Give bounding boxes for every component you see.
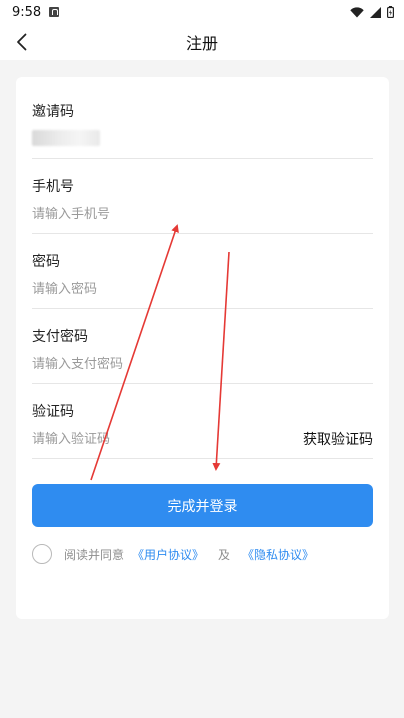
chevron-left-icon [17,33,27,51]
verify-code-field: 验证码 获取验证码 [32,384,373,459]
status-bar: 9:58 [0,0,404,24]
page-title: 注册 [185,34,218,53]
phone-label: 手机号 [32,179,74,195]
signal-icon [370,6,381,18]
user-agreement-link[interactable]: 《用户协议》 [132,546,204,563]
status-icons [350,6,394,18]
phone-field: 手机号 [32,159,373,234]
agreement-and: 及 [218,547,231,562]
invite-code-value-blurred[interactable] [32,130,100,146]
phone-input[interactable] [32,203,282,225]
password-label: 密码 [32,254,60,270]
wifi-icon [350,6,364,17]
password-field: 密码 [32,234,373,309]
submit-login-button[interactable]: 完成并登录 [32,484,373,527]
register-form-card: 邀请码 手机号 密码 支付密码 验证码 获取验证码 完成并登录 阅读并同意 《用… [16,77,389,619]
agree-checkbox[interactable] [32,544,52,564]
nav-bar: 注册 [0,24,404,60]
privacy-policy-link[interactable]: 《隐私协议》 [242,546,314,563]
back-button[interactable] [8,28,36,56]
invite-code-field: 邀请码 [32,84,373,159]
agreement-prefix: 阅读并同意 [64,547,125,562]
agreement-row: 阅读并同意 《用户协议》 及 《隐私协议》 [32,543,314,565]
password-input[interactable] [32,278,282,300]
battery-icon [387,6,394,18]
notification-a-icon [49,7,60,17]
invite-code-label: 邀请码 [32,104,74,120]
pay-password-input[interactable] [32,353,282,375]
pay-password-field: 支付密码 [32,309,373,384]
verify-code-input[interactable] [32,428,282,450]
verify-code-label: 验证码 [32,404,74,420]
pay-password-label: 支付密码 [32,329,88,345]
status-time: 9:58 [12,4,42,20]
get-verify-code-button[interactable]: 获取验证码 [303,429,373,449]
register-screen: 9:58 注册 邀请码 手机号 请输入手机号 密码 支付密码 验证码 请输入验证… [0,0,404,718]
